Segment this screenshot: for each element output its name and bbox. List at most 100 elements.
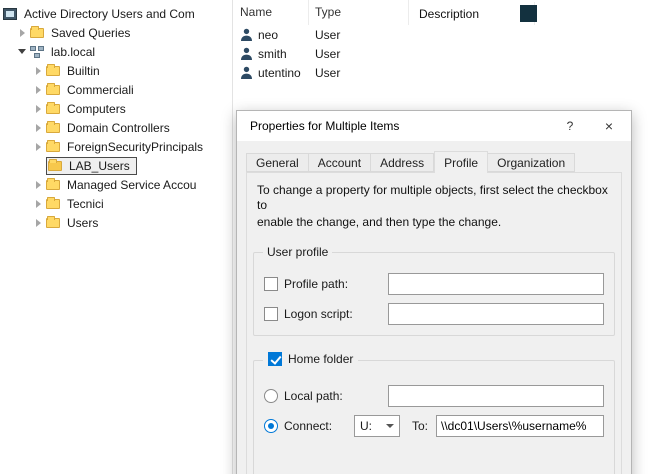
user-profile-group-label: User profile bbox=[263, 245, 332, 259]
connect-label: Connect: bbox=[278, 419, 354, 433]
tab-organization[interactable]: Organization bbox=[488, 153, 575, 172]
tree-item-label: Computers bbox=[64, 101, 129, 117]
profile-path-row: Profile path: bbox=[264, 273, 604, 295]
home-folder-checkbox[interactable] bbox=[268, 352, 282, 366]
chevron-right-icon[interactable] bbox=[30, 63, 46, 79]
close-button[interactable]: × bbox=[587, 111, 631, 141]
tree-item-users[interactable]: Users bbox=[0, 213, 232, 232]
user-name: neo bbox=[258, 28, 278, 42]
logon-script-row: Logon script: bbox=[264, 303, 604, 325]
list-row-smith[interactable]: smith User bbox=[234, 44, 656, 63]
console-tree: Active Directory Users and Com Saved Que… bbox=[0, 0, 233, 474]
tree-item-label: Domain Controllers bbox=[64, 120, 173, 136]
folder-icon bbox=[46, 180, 64, 190]
profile-path-label: Profile path: bbox=[278, 277, 388, 291]
tab-general[interactable]: General bbox=[246, 153, 309, 172]
home-folder-label: Home folder bbox=[288, 352, 353, 366]
tree-item-label: Active Directory Users and Com bbox=[21, 6, 198, 22]
logon-script-checkbox[interactable] bbox=[264, 307, 278, 321]
tree-item-builtin[interactable]: Builtin bbox=[0, 61, 232, 80]
chevron-down-icon bbox=[386, 424, 394, 428]
user-icon bbox=[240, 28, 253, 42]
local-path-row: Local path: bbox=[264, 385, 604, 407]
properties-dialog: Properties for Multiple Items ? × Genera… bbox=[236, 110, 632, 474]
user-type: User bbox=[309, 47, 409, 61]
logon-script-input[interactable] bbox=[388, 303, 604, 325]
local-path-radio[interactable] bbox=[264, 389, 278, 403]
chevron-right-icon[interactable] bbox=[30, 215, 46, 231]
drive-letter-dropdown[interactable]: U: bbox=[354, 415, 400, 437]
user-name: smith bbox=[258, 47, 287, 61]
folder-icon bbox=[46, 199, 64, 209]
chevron-right-icon[interactable] bbox=[30, 139, 46, 155]
home-folder-group: Home folder Local path: Connect: U: To: bbox=[253, 360, 615, 474]
chevron-right-icon[interactable] bbox=[30, 120, 46, 136]
dialog-titlebar: Properties for Multiple Items ? × bbox=[237, 111, 631, 141]
selected-tree-item: LAB_Users bbox=[46, 157, 137, 175]
column-header-description[interactable]: Description bbox=[413, 2, 535, 25]
tree-item-lab-users[interactable]: LAB_Users bbox=[0, 156, 232, 175]
tree-item-managed-service-accounts[interactable]: Managed Service Accou bbox=[0, 175, 232, 194]
tab-account[interactable]: Account bbox=[309, 153, 371, 172]
user-type: User bbox=[309, 66, 409, 80]
chevron-right-icon[interactable] bbox=[30, 82, 46, 98]
tab-profile[interactable]: Profile bbox=[434, 151, 488, 173]
directory-root-icon bbox=[3, 8, 21, 20]
tree-item-computers[interactable]: Computers bbox=[0, 99, 232, 118]
chevron-right-icon[interactable] bbox=[30, 177, 46, 193]
column-header-type[interactable]: Type bbox=[309, 0, 409, 25]
profile-tab-page: To change a property for multiple object… bbox=[246, 172, 622, 474]
folder-open-icon bbox=[48, 161, 66, 171]
local-path-input[interactable] bbox=[388, 385, 604, 407]
tree-item-label: Commerciali bbox=[64, 82, 137, 98]
tree-item-label: LAB_Users bbox=[66, 158, 133, 174]
tree-item-root[interactable]: Active Directory Users and Com bbox=[0, 4, 232, 23]
local-path-label: Local path: bbox=[278, 389, 388, 403]
user-type: User bbox=[309, 28, 409, 42]
chevron-right-icon[interactable] bbox=[30, 101, 46, 117]
tree-item-tecnici[interactable]: Tecnici bbox=[0, 194, 232, 213]
tab-address[interactable]: Address bbox=[371, 153, 434, 172]
chevron-right-icon[interactable] bbox=[14, 25, 30, 41]
folder-icon bbox=[30, 28, 48, 38]
home-folder-row: Home folder bbox=[263, 352, 358, 366]
chevron-right-icon[interactable] bbox=[30, 196, 46, 212]
folder-icon bbox=[46, 85, 64, 95]
tree-item-label: lab.local bbox=[48, 44, 98, 60]
user-name: utentino bbox=[258, 66, 301, 80]
drive-letter-value: U: bbox=[360, 419, 372, 433]
connect-path-input[interactable] bbox=[436, 415, 604, 437]
folder-icon bbox=[46, 66, 64, 76]
tree-item-commerciali[interactable]: Commerciali bbox=[0, 80, 232, 99]
tree-item-label: Users bbox=[64, 215, 101, 231]
user-icon bbox=[240, 47, 253, 61]
connect-row: Connect: U: To: bbox=[264, 415, 604, 437]
tree-item-label: Managed Service Accou bbox=[64, 177, 199, 193]
help-button[interactable]: ? bbox=[553, 111, 587, 141]
tree-item-label: ForeignSecurityPrincipals bbox=[64, 139, 206, 155]
list-header: Name Type Description bbox=[234, 0, 656, 25]
folder-icon bbox=[46, 142, 64, 152]
folder-icon bbox=[46, 123, 64, 133]
tree-item-saved-queries[interactable]: Saved Queries bbox=[0, 23, 232, 42]
tree-item-domain-controllers[interactable]: Domain Controllers bbox=[0, 118, 232, 137]
list-row-neo[interactable]: neo User bbox=[234, 25, 656, 44]
connect-radio[interactable] bbox=[264, 419, 278, 433]
aduc-window: { "tree": { "items": [ { "label": "Activ… bbox=[0, 0, 656, 474]
chevron-down-icon[interactable] bbox=[14, 44, 30, 60]
domain-icon bbox=[30, 46, 48, 58]
tree-item-lab-local[interactable]: lab.local bbox=[0, 42, 232, 61]
profile-path-checkbox[interactable] bbox=[264, 277, 278, 291]
folder-icon bbox=[46, 218, 64, 228]
tree-item-label: Builtin bbox=[64, 63, 103, 79]
logon-script-label: Logon script: bbox=[278, 307, 388, 321]
profile-path-input[interactable] bbox=[388, 273, 604, 295]
dialog-title: Properties for Multiple Items bbox=[237, 119, 553, 133]
folder-icon bbox=[46, 104, 64, 114]
user-profile-group: User profile Profile path: Logon script: bbox=[253, 252, 615, 336]
list-row-utentino[interactable]: utentino User bbox=[234, 63, 656, 82]
tree-item-label: Saved Queries bbox=[48, 25, 133, 41]
column-header-name[interactable]: Name bbox=[234, 0, 309, 25]
tree-item-label: Tecnici bbox=[64, 196, 107, 212]
tree-item-foreign-security-principals[interactable]: ForeignSecurityPrincipals bbox=[0, 137, 232, 156]
